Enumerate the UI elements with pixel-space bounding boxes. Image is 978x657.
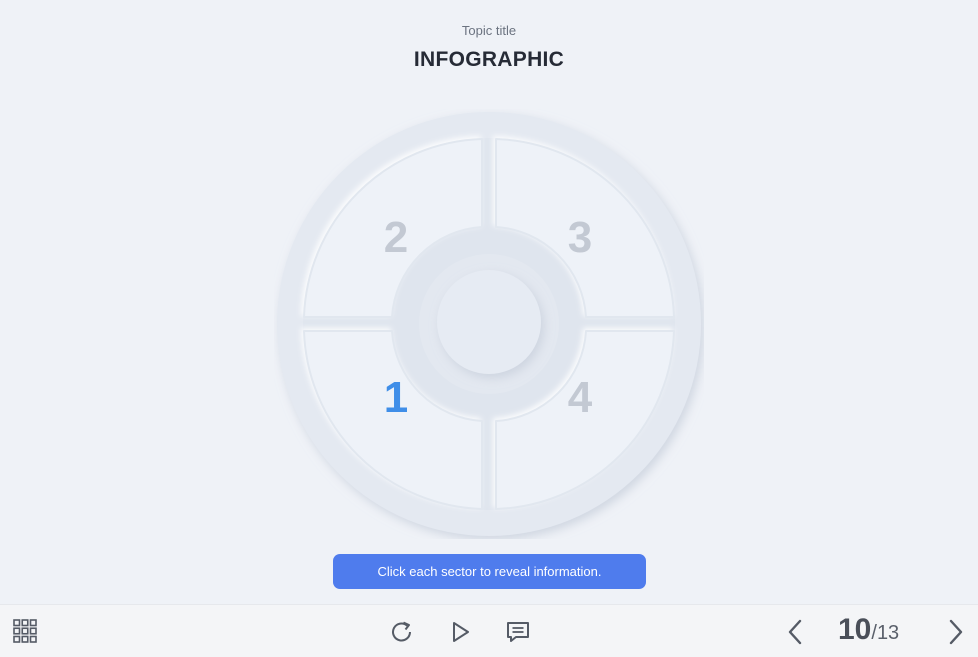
play-icon bbox=[453, 622, 469, 642]
topic-subtitle: Topic title bbox=[461, 23, 517, 38]
chevron-right-icon bbox=[949, 619, 963, 645]
chevron-left-icon bbox=[788, 619, 802, 645]
menu-button[interactable] bbox=[7, 613, 43, 649]
notes-button[interactable] bbox=[500, 614, 536, 650]
page-counter: 10 / 13 bbox=[838, 613, 899, 649]
page-title: INFOGRAPHIC bbox=[413, 48, 565, 71]
instruction-banner: Click each sector to reveal information. bbox=[333, 554, 646, 589]
sector-4-label[interactable]: 4 bbox=[540, 373, 620, 423]
replay-icon bbox=[392, 621, 411, 642]
grid-icon bbox=[13, 619, 37, 643]
wheel-graphic bbox=[277, 112, 701, 536]
total-pages: 13 bbox=[876, 622, 900, 644]
infographic-wheel: 2 3 1 4 bbox=[274, 109, 704, 539]
comment-icon bbox=[507, 622, 529, 642]
sector-1-label[interactable]: 1 bbox=[356, 373, 436, 423]
sector-2-label[interactable]: 2 bbox=[356, 213, 436, 263]
player-toolbar: 10 / 13 bbox=[0, 604, 978, 657]
prev-button[interactable] bbox=[778, 614, 814, 650]
center-button[interactable] bbox=[437, 270, 541, 374]
next-button[interactable] bbox=[937, 614, 973, 650]
replay-button[interactable] bbox=[384, 614, 420, 650]
play-button[interactable] bbox=[442, 614, 478, 650]
current-page: 10 bbox=[838, 613, 872, 646]
sector-3-label[interactable]: 3 bbox=[540, 213, 620, 263]
slide-stage: Topic title INFOGRAPHIC 2 3 1 4 Click ea… bbox=[0, 0, 978, 604]
